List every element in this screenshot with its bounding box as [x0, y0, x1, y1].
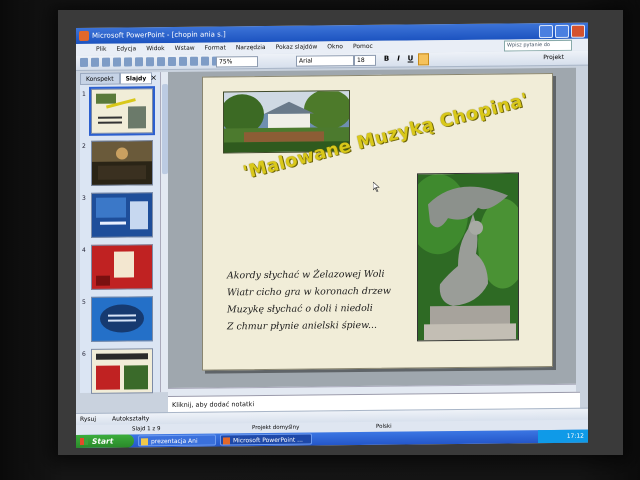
align-center-button[interactable] [432, 53, 441, 63]
underline-button[interactable]: U [406, 53, 415, 63]
menu-edit[interactable]: Edycja [116, 43, 136, 55]
windows-flag-icon [80, 437, 88, 445]
system-tray: 17:12 [538, 429, 588, 444]
font-select[interactable]: Arial [296, 55, 354, 67]
menu-tools[interactable]: Narzędzia [236, 42, 266, 54]
format-buttons: B I U [382, 53, 453, 66]
chart-icon[interactable] [201, 56, 209, 66]
chopin-monument-image [417, 173, 519, 341]
thumbnail-image [91, 296, 153, 342]
thumbnail-image [91, 244, 153, 290]
poem-text-box[interactable]: Akordy słychać w Żelazowej Woli Wiatr ci… [227, 266, 407, 336]
slide-thumbnail-1[interactable]: 1 [80, 86, 158, 136]
menu-file[interactable]: Plik [96, 44, 106, 56]
thumbnail-image [89, 86, 155, 136]
menu-insert[interactable]: Wstaw [175, 43, 195, 55]
mouse-cursor-icon [373, 181, 380, 192]
thumbnail-1-preview [96, 93, 146, 129]
cut-icon[interactable] [146, 57, 154, 67]
powerpoint-window: Microsoft PowerPoint - [chopin ania s.] … [76, 22, 588, 448]
design-name: Projekt domyślny [252, 424, 300, 432]
slide-thumbnail-5[interactable]: 5 [80, 296, 158, 343]
open-icon[interactable] [91, 57, 99, 67]
thumbnail-number: 2 [82, 142, 86, 150]
toolbar-icon-group [80, 56, 220, 67]
thumbnail-5-preview [100, 304, 144, 333]
thumbnail-number: 3 [82, 194, 86, 202]
pane-close-icon[interactable]: × [150, 73, 157, 82]
bold-button[interactable]: B [382, 54, 391, 64]
new-icon[interactable] [80, 57, 88, 67]
taskbar-powerpoint-task[interactable]: Microsoft PowerPoint ... [220, 433, 312, 446]
poem-line-1: Akordy słychać w Żelazowej Woli [227, 268, 385, 282]
taskbar-folder-task[interactable]: prezentacja Ani [138, 434, 216, 447]
powerpoint-app-icon [79, 30, 89, 41]
minimize-button[interactable] [539, 25, 553, 39]
thumbnail-number: 1 [82, 90, 86, 98]
clock: 17:12 [566, 432, 584, 440]
slide-thumbnail-3[interactable]: 3 [80, 192, 158, 239]
slides-pane: Konspekt Slajdy × 1 2 3 4 5 6 [80, 72, 161, 395]
zoom-select[interactable]: 75% [216, 56, 258, 68]
pane-tabs: Konspekt Slajdy [80, 72, 160, 85]
preview-icon[interactable] [124, 57, 132, 67]
slide-counter: Slajd 1 z 9 [132, 426, 161, 433]
tab-slides[interactable]: Slajdy [119, 72, 153, 85]
menu-view[interactable]: Widok [146, 43, 164, 55]
task-label: prezentacja Ani [151, 437, 198, 446]
thumbnail-2-preview [92, 141, 152, 180]
undo-icon[interactable] [179, 56, 187, 66]
menu-format[interactable]: Format [205, 42, 226, 54]
window-title: Microsoft PowerPoint - [chopin ania s.] [92, 30, 226, 40]
window-controls [539, 24, 585, 39]
slide-canvas: 'Malowane Muzyką Chopina' Akordy słychać… [168, 67, 576, 389]
align-left-button[interactable] [418, 53, 429, 66]
thumbnail-number: 4 [82, 246, 86, 254]
help-search-input[interactable]: Wpisz pytanie do Pomocy [504, 39, 572, 57]
thumbnail-image [91, 348, 153, 394]
language-indicator: Polski [376, 423, 392, 430]
thumbnail-number: 6 [82, 350, 86, 358]
print-icon[interactable] [113, 57, 121, 67]
start-button[interactable]: Start [76, 434, 134, 448]
powerpoint-task-icon [223, 437, 230, 445]
close-button[interactable] [571, 24, 585, 38]
save-icon[interactable] [102, 57, 110, 67]
thumbnail-6-preview [96, 353, 148, 390]
thumbnail-3-preview [96, 197, 148, 230]
menu-slideshow[interactable]: Pokaz slajdów [276, 41, 318, 53]
poem-line-3: Muzykę słychać o doli i niedoli [227, 302, 373, 316]
paste-icon[interactable] [168, 56, 176, 67]
thumbnail-image [91, 140, 153, 186]
thumbnail-image [91, 192, 153, 238]
maximize-button[interactable] [555, 24, 569, 38]
task-label: Microsoft PowerPoint ... [233, 436, 303, 445]
align-right-button[interactable] [444, 53, 453, 63]
menu-window[interactable]: Okno [327, 41, 343, 53]
current-slide[interactable]: 'Malowane Muzyką Chopina' Akordy słychać… [202, 73, 553, 371]
folder-icon [141, 438, 148, 446]
chopin-statue-photo[interactable] [417, 172, 519, 342]
slide-thumbnail-2[interactable]: 2 [80, 140, 158, 187]
menu-help[interactable]: Pomoc [353, 41, 373, 53]
start-label: Start [92, 436, 114, 446]
poem-line-4: Z chmur płynie anielski śpiew... [227, 319, 377, 333]
copy-icon[interactable] [157, 57, 165, 67]
thumbnail-4-preview [96, 251, 134, 286]
italic-button[interactable]: I [394, 54, 403, 64]
font-size-select[interactable]: 18 [354, 54, 376, 67]
thumbnail-number: 5 [82, 298, 86, 306]
tab-outline[interactable]: Konspekt [80, 72, 120, 85]
design-button[interactable]: Projekt [543, 53, 564, 63]
slide-thumbnail-6[interactable]: 6 [80, 348, 158, 395]
spelling-icon[interactable] [135, 57, 143, 67]
redo-icon[interactable] [190, 56, 198, 66]
slide-thumbnail-4[interactable]: 4 [80, 244, 158, 291]
poem-line-2: Wiatr cicho gra w koronach drzew [227, 285, 391, 299]
